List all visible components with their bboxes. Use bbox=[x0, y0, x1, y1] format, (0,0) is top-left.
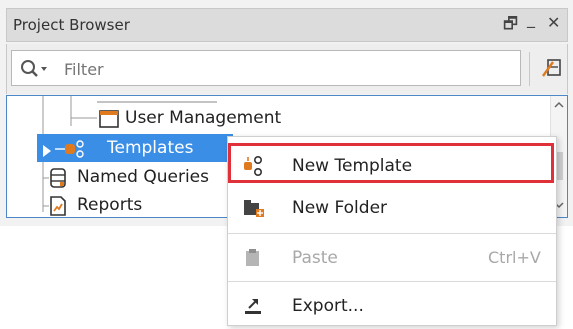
menu-separator bbox=[228, 281, 556, 282]
title-bar: Project Browser 🗗 _ ✕ bbox=[6, 8, 568, 42]
menu-item-new-folder[interactable]: New Folder bbox=[228, 185, 556, 231]
tree-item-label: Named Queries bbox=[77, 167, 209, 187]
paste-icon bbox=[242, 247, 264, 273]
menu-item-label: Paste bbox=[292, 248, 338, 268]
minimize-icon[interactable]: _ bbox=[527, 9, 535, 28]
tree-item-reports[interactable]: Reports bbox=[49, 191, 239, 217]
tree-item-user-management[interactable]: User Management bbox=[99, 104, 399, 132]
tree-item-label: Reports bbox=[77, 195, 143, 215]
scroll-up-icon[interactable] bbox=[553, 100, 565, 110]
panel-title: Project Browser bbox=[13, 16, 130, 34]
search-icon[interactable] bbox=[20, 59, 56, 83]
locate-icon[interactable] bbox=[541, 56, 563, 84]
new-folder-icon bbox=[242, 197, 266, 223]
export-icon bbox=[242, 295, 264, 321]
report-icon bbox=[49, 196, 67, 217]
tree-item-named-queries[interactable]: Named Queries bbox=[49, 163, 239, 191]
filter-box[interactable] bbox=[11, 50, 521, 86]
menu-separator bbox=[228, 233, 556, 234]
tree-item-label: Templates bbox=[107, 138, 194, 158]
menu-item-label: Export... bbox=[292, 296, 364, 316]
filter-row bbox=[6, 44, 568, 94]
highlight-annotation bbox=[228, 143, 554, 183]
filter-separator bbox=[529, 52, 530, 86]
menu-item-export[interactable]: Export... bbox=[228, 283, 556, 329]
close-icon[interactable]: ✕ bbox=[547, 13, 560, 32]
window-icon bbox=[99, 109, 119, 137]
menu-item-paste: Paste Ctrl+V bbox=[228, 235, 556, 281]
menu-item-label: New Folder bbox=[292, 198, 388, 218]
tree-item-label: User Management bbox=[125, 108, 282, 128]
filter-input[interactable] bbox=[62, 57, 506, 81]
tree-item-templates[interactable]: Templates bbox=[37, 134, 233, 162]
restore-icon[interactable]: 🗗 bbox=[503, 13, 518, 40]
shortcut-label: Ctrl+V bbox=[488, 248, 541, 267]
